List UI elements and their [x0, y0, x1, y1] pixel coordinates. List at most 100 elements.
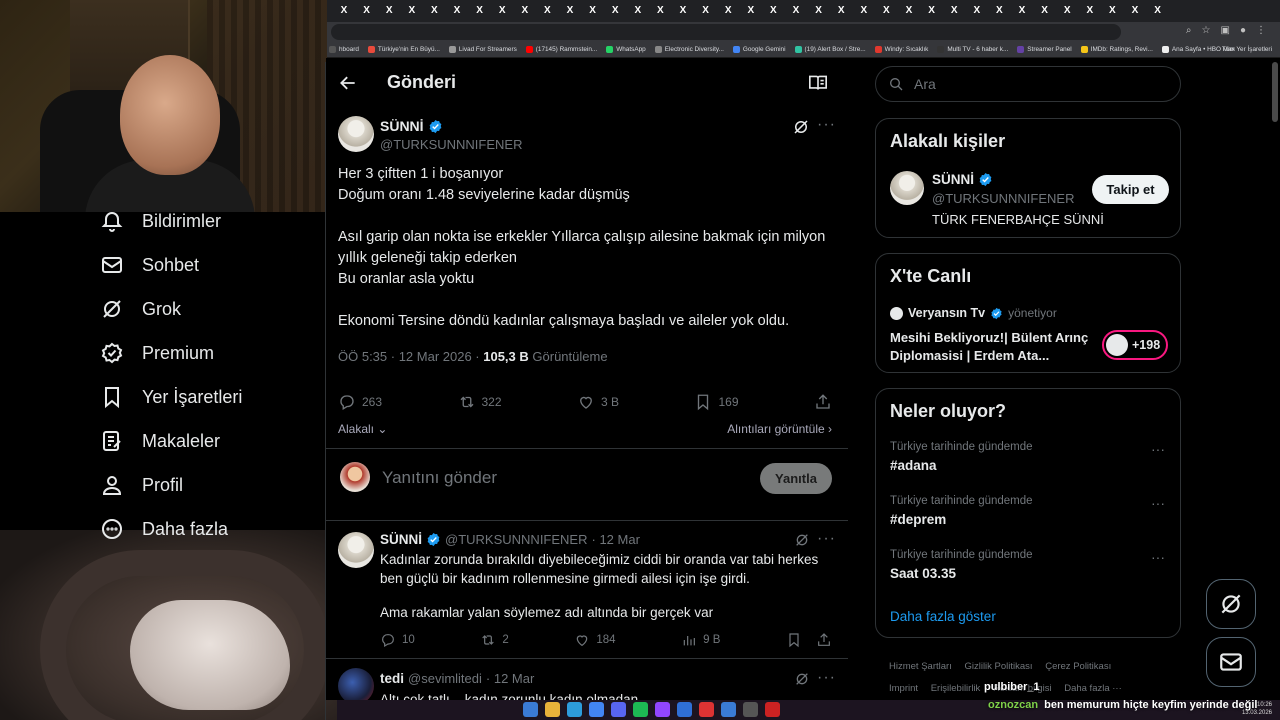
bookmark-item[interactable]: Electronic Diversity...	[654, 46, 724, 53]
more-options-icon[interactable]: ···	[817, 530, 836, 548]
share-button[interactable]	[814, 392, 832, 412]
reply-author-avatar[interactable]	[338, 532, 374, 568]
share-icon[interactable]	[816, 632, 832, 648]
browser-tab[interactable]: X	[382, 4, 396, 18]
footer-link[interactable]: Hizmet Şartları	[889, 661, 952, 672]
browser-tab[interactable]: X	[653, 4, 667, 18]
footer-link[interactable]: Erişilebilirlik	[931, 683, 981, 694]
trend-name[interactable]: #deprem	[890, 512, 946, 527]
page-scrollbar[interactable]	[1272, 62, 1278, 122]
author-handle[interactable]: @TURKSUNNNIFENER	[380, 137, 522, 152]
extensions-icon[interactable]: ▣	[1221, 25, 1230, 36]
view-quotes-link[interactable]: Alıntıları görüntüle ›	[727, 422, 832, 436]
star-icon[interactable]: ☆	[1202, 25, 1211, 36]
browser-tab[interactable]: X	[473, 4, 487, 18]
browser-tab[interactable]: X	[857, 4, 871, 18]
related-person-name[interactable]: SÜNNİ	[932, 172, 993, 187]
current-user-avatar[interactable]	[340, 462, 370, 492]
trend-more-icon[interactable]: ···	[1151, 441, 1165, 457]
browser-tab[interactable]: X	[586, 4, 600, 18]
footer-link[interactable]: Gizlilik Politikası	[964, 661, 1032, 672]
bookmark-item[interactable]: hboard	[329, 46, 359, 53]
bookmark-item[interactable]: (19) Alert Box / Stre...	[794, 46, 866, 53]
browser-tab[interactable]: X	[405, 4, 419, 18]
browser-tab[interactable]: X	[1015, 4, 1029, 18]
browser-tab[interactable]: X	[450, 4, 464, 18]
browser-tab[interactable]: X	[1060, 4, 1074, 18]
browser-tab[interactable]: X	[699, 4, 713, 18]
browser-tab[interactable]: X	[540, 4, 554, 18]
browser-tab[interactable]: X	[902, 4, 916, 18]
trend-name[interactable]: Saat 03.35	[890, 566, 956, 581]
browser-tab[interactable]: X	[766, 4, 780, 18]
browser-tab[interactable]: X	[1038, 4, 1052, 18]
show-more-link[interactable]: Daha fazla göster	[890, 609, 996, 624]
browser-tab[interactable]: X	[608, 4, 622, 18]
grok-explain-icon[interactable]	[792, 118, 810, 136]
browser-tab[interactable]: X	[947, 4, 961, 18]
taskbar-app-icon[interactable]	[545, 702, 560, 717]
reply-author[interactable]: tedi @sevimlitedi · 12 Mar	[380, 671, 534, 686]
browser-tab[interactable]: X	[676, 4, 690, 18]
browser-tab[interactable]: X	[992, 4, 1006, 18]
taskbar-app-icon[interactable]	[743, 702, 758, 717]
reply-input[interactable]: Yanıtını gönder	[382, 468, 497, 488]
browser-tab[interactable]: X	[789, 4, 803, 18]
browser-tab[interactable]: X	[1128, 4, 1142, 18]
views-button[interactable]: 9 B	[681, 632, 720, 648]
bookmark-item[interactable]: Windy: Sıcaklık	[874, 46, 928, 53]
live-stream-title[interactable]: Mesihi Bekliyoruz!| Bülent Arınç Diploma…	[890, 329, 1100, 365]
grok-fab-button[interactable]	[1206, 579, 1256, 629]
trend-more-icon[interactable]: ···	[1151, 495, 1165, 511]
bookmark-item[interactable]: (17145) Rammstein...	[525, 46, 597, 53]
browser-tab[interactable]: X	[834, 4, 848, 18]
nav-premium[interactable]: Premium	[100, 336, 214, 370]
grok-explain-icon[interactable]	[794, 671, 810, 687]
footer-link[interactable]: Daha fazla ···	[1064, 683, 1122, 694]
address-bar[interactable]	[331, 24, 1121, 40]
bookmark-item[interactable]: WhatsApp	[606, 46, 646, 53]
nav-articles[interactable]: Makaleler	[100, 424, 220, 458]
browser-tab[interactable]: X	[1151, 4, 1165, 18]
post-time[interactable]: ÖÖ 5:35 · 12 Mar 2026 ·	[338, 349, 483, 364]
taskbar-app-icon[interactable]	[677, 702, 692, 717]
repost-button[interactable]: 322	[458, 392, 502, 412]
taskbar-app-icon[interactable]	[611, 702, 626, 717]
live-host[interactable]: Veryansın Tv yönetiyor	[890, 306, 1057, 320]
nav-chat[interactable]: Sohbet	[100, 248, 199, 282]
profile-icon[interactable]: ●	[1240, 25, 1246, 36]
grok-explain-icon[interactable]	[794, 532, 810, 548]
bookmark-icon[interactable]	[786, 632, 802, 648]
follow-button[interactable]: Takip et	[1092, 175, 1169, 204]
bookmark-item[interactable]: Streamer Panel	[1017, 46, 1072, 53]
all-bookmarks-button[interactable]: Tüm Yer İşaretleri	[1222, 46, 1272, 53]
browser-tab[interactable]: X	[970, 4, 984, 18]
browser-tab[interactable]: X	[337, 4, 351, 18]
taskbar-app-icon[interactable]	[721, 702, 736, 717]
browser-tab[interactable]: X	[812, 4, 826, 18]
browser-tab[interactable]: X	[631, 4, 645, 18]
more-options-icon[interactable]: ···	[817, 116, 836, 134]
bookmark-item[interactable]: Multi TV - 6 haber k...	[937, 46, 1008, 53]
browser-tab[interactable]: X	[495, 4, 509, 18]
bookmark-item[interactable]: Livad For Streamers	[448, 46, 517, 53]
repost-button[interactable]: 2	[480, 632, 509, 648]
trend-name[interactable]: #adana	[890, 458, 937, 473]
bookmark-item[interactable]: Türkiye'nin En Büyü...	[367, 46, 440, 53]
author-avatar[interactable]	[338, 116, 374, 152]
browser-tab[interactable]: X	[360, 4, 374, 18]
reply-button[interactable]: 10	[380, 632, 415, 648]
taskbar-app-icon[interactable]	[765, 702, 780, 717]
taskbar-app-icon[interactable]	[589, 702, 604, 717]
author-name[interactable]: SÜNNİ	[380, 118, 443, 134]
taskbar-app-icon[interactable]	[567, 702, 582, 717]
messages-fab-button[interactable]	[1206, 637, 1256, 687]
nav-grok[interactable]: Grok	[100, 292, 181, 326]
bookmark-item[interactable]: IMDb: Ratings, Revi...	[1080, 46, 1153, 53]
footer-link[interactable]: Imprint	[889, 683, 918, 694]
browser-tab[interactable]: X	[744, 4, 758, 18]
footer-link[interactable]: Çerez Politikası	[1045, 661, 1111, 672]
browser-tab[interactable]: X	[721, 4, 735, 18]
taskbar-app-icon[interactable]	[633, 702, 648, 717]
browser-tab[interactable]: X	[518, 4, 532, 18]
